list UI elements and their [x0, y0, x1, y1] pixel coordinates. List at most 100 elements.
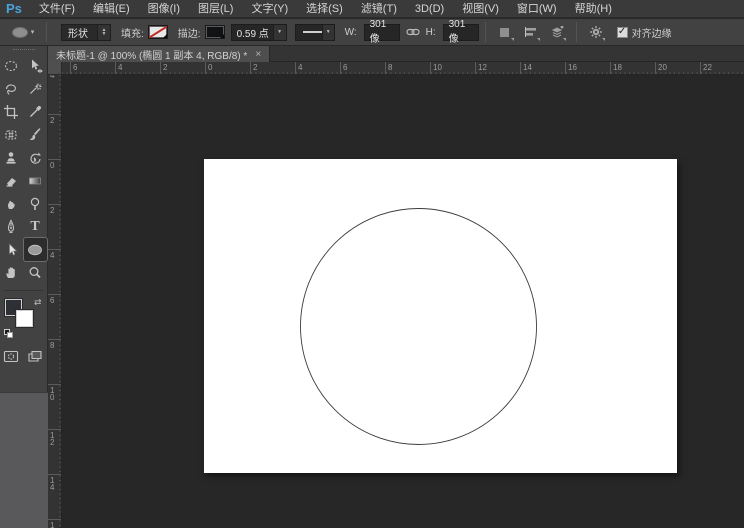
crop-tool[interactable]	[0, 100, 23, 123]
menu-item-6[interactable]: 滤镜(T)	[352, 0, 406, 18]
menu-item-4[interactable]: 文字(Y)	[242, 0, 297, 18]
path-alignment-button[interactable]	[521, 22, 541, 42]
chevron-down-icon	[601, 38, 605, 41]
swap-colors-icon[interactable]: ⇄	[34, 297, 42, 308]
background-color-swatch[interactable]	[15, 310, 33, 327]
ruler-tick	[48, 249, 61, 250]
magic-wand-tool[interactable]	[24, 77, 47, 100]
close-tab-icon[interactable]: ×	[255, 49, 261, 60]
ruler-tick	[48, 384, 61, 385]
menu-item-2[interactable]: 图像(I)	[139, 0, 189, 18]
move-tool[interactable]	[24, 54, 47, 77]
dodge-tool[interactable]	[24, 192, 47, 215]
clone-stamp-tool[interactable]	[0, 146, 23, 169]
panel-grip[interactable]	[0, 46, 47, 54]
separator	[575, 22, 577, 42]
swatch-dropdown-corner-icon	[162, 34, 167, 38]
healing-brush-tool[interactable]	[0, 123, 23, 146]
width-label: W:	[344, 26, 357, 38]
ps-logo: Ps	[6, 1, 22, 16]
ruler-label: 2	[253, 63, 258, 72]
brush-tool[interactable]	[24, 123, 47, 146]
menu-item-8[interactable]: 视图(V)	[453, 0, 508, 18]
shape-height-input[interactable]: 301 像	[442, 19, 479, 45]
fill-label: 填充:	[121, 28, 144, 40]
ruler-tick	[610, 62, 611, 74]
pen-tool[interactable]	[0, 215, 23, 238]
menu-item-3[interactable]: 图层(L)	[189, 0, 242, 18]
quick-mask-button[interactable]	[0, 345, 23, 368]
path-selection-tool[interactable]	[0, 238, 23, 261]
shape-width-input[interactable]: 301 像	[363, 19, 400, 45]
fill-swatch[interactable]	[147, 25, 168, 39]
ruler-label: 14	[523, 63, 532, 72]
ruler-label: 10	[433, 63, 442, 72]
lasso-tool[interactable]	[0, 77, 23, 100]
ellipse-tool-icon	[11, 26, 28, 38]
ellipse-shape-tool[interactable]	[23, 238, 47, 261]
document-tab[interactable]: 未标题-1 @ 100% (椭圆 1 副本 4, RGB/8) * ×	[48, 46, 271, 62]
ruler-tick	[70, 62, 71, 74]
stroke-width-field[interactable]: 0.59 点 ▼	[230, 23, 287, 41]
menu-item-5[interactable]: 选择(S)	[297, 0, 352, 18]
vertical-ruler[interactable]: 4 2 0 2 4 6 8 10 12 14 16	[48, 75, 62, 528]
ruler-label: 0	[50, 161, 55, 170]
ruler-label: 2	[163, 63, 168, 72]
smudge-tool[interactable]	[0, 192, 23, 215]
menu-items: 文件(F) 编辑(E) 图像(I) 图层(L) 文字(Y) 选择(S) 滤镜(T) 3D(D)…	[30, 0, 621, 18]
link-dimensions-button[interactable]	[403, 22, 423, 42]
menu-item-7[interactable]: 3D(D)	[406, 0, 453, 18]
ruler-tick	[475, 62, 476, 74]
app-background	[0, 392, 48, 528]
tool-preset-picker[interactable]: ▾	[6, 22, 40, 42]
eyedropper-tool[interactable]	[24, 100, 47, 123]
stroke-swatch[interactable]	[204, 25, 225, 39]
menu-item-10[interactable]: 帮助(H)	[566, 0, 621, 18]
path-arrange-button[interactable]	[547, 22, 567, 42]
tool-mode-select[interactable]: 形状 ▲ ▼	[61, 23, 111, 41]
ruler-label: 16	[50, 521, 55, 528]
elliptical-marquee-tool[interactable]	[0, 54, 23, 77]
menu-item-1[interactable]: 编辑(E)	[84, 0, 139, 18]
eraser-tool[interactable]	[0, 169, 23, 192]
gear-settings-button[interactable]	[586, 22, 606, 42]
ruler-label: 4	[50, 251, 55, 260]
ruler-tick	[250, 62, 251, 74]
ruler-label: 0	[208, 63, 213, 72]
ruler-tick	[385, 62, 386, 74]
screen-mode-button[interactable]	[24, 345, 47, 368]
menu-item-0[interactable]: 文件(F)	[30, 0, 84, 18]
ruler-label: 8	[50, 341, 55, 350]
gradient-tool[interactable]	[24, 169, 47, 192]
type-tool[interactable]: T	[24, 215, 47, 238]
ruler-origin-corner[interactable]	[48, 62, 62, 75]
ruler-tick	[700, 62, 701, 74]
stroke-width-value: 0.59 点	[236, 28, 269, 40]
ruler-tick	[48, 204, 61, 205]
toolbar-divider	[4, 285, 43, 291]
document-canvas[interactable]	[204, 159, 677, 473]
align-edges-checkbox[interactable]: ✓	[616, 26, 628, 38]
document-title: 未标题-1 @ 100% (椭圆 1 副本 4, RGB/8) *	[56, 50, 248, 62]
shape-width-value: 301 像	[369, 19, 387, 45]
chevron-down-icon	[510, 38, 514, 41]
ruler-tick	[48, 339, 61, 340]
zoom-tool[interactable]	[24, 261, 47, 284]
stroke-style-select[interactable]: ▼	[294, 23, 335, 41]
history-brush-tool[interactable]	[24, 146, 47, 169]
hand-tool[interactable]	[0, 261, 23, 284]
ruler-label: 20	[658, 63, 667, 72]
ruler-label: 14	[50, 476, 55, 492]
ruler-tick	[48, 519, 61, 520]
canvas-viewport[interactable]	[62, 75, 744, 528]
horizontal-ruler[interactable]: 6 4 2 0 2 4 6 8 10 12 14 16 18 20 22	[62, 62, 744, 75]
menu-item-9[interactable]: 窗口(W)	[508, 0, 566, 18]
path-operations-button[interactable]	[495, 22, 515, 42]
chevron-down-icon[interactable]: ▼	[272, 24, 286, 40]
shape-height-value: 301 像	[448, 19, 466, 45]
check-icon: ✓	[617, 26, 627, 37]
ruler-label: 12	[478, 63, 487, 72]
ruler-label: 4	[118, 63, 123, 72]
ruler-label: 12	[50, 431, 55, 447]
default-colors-icon[interactable]	[3, 329, 14, 339]
